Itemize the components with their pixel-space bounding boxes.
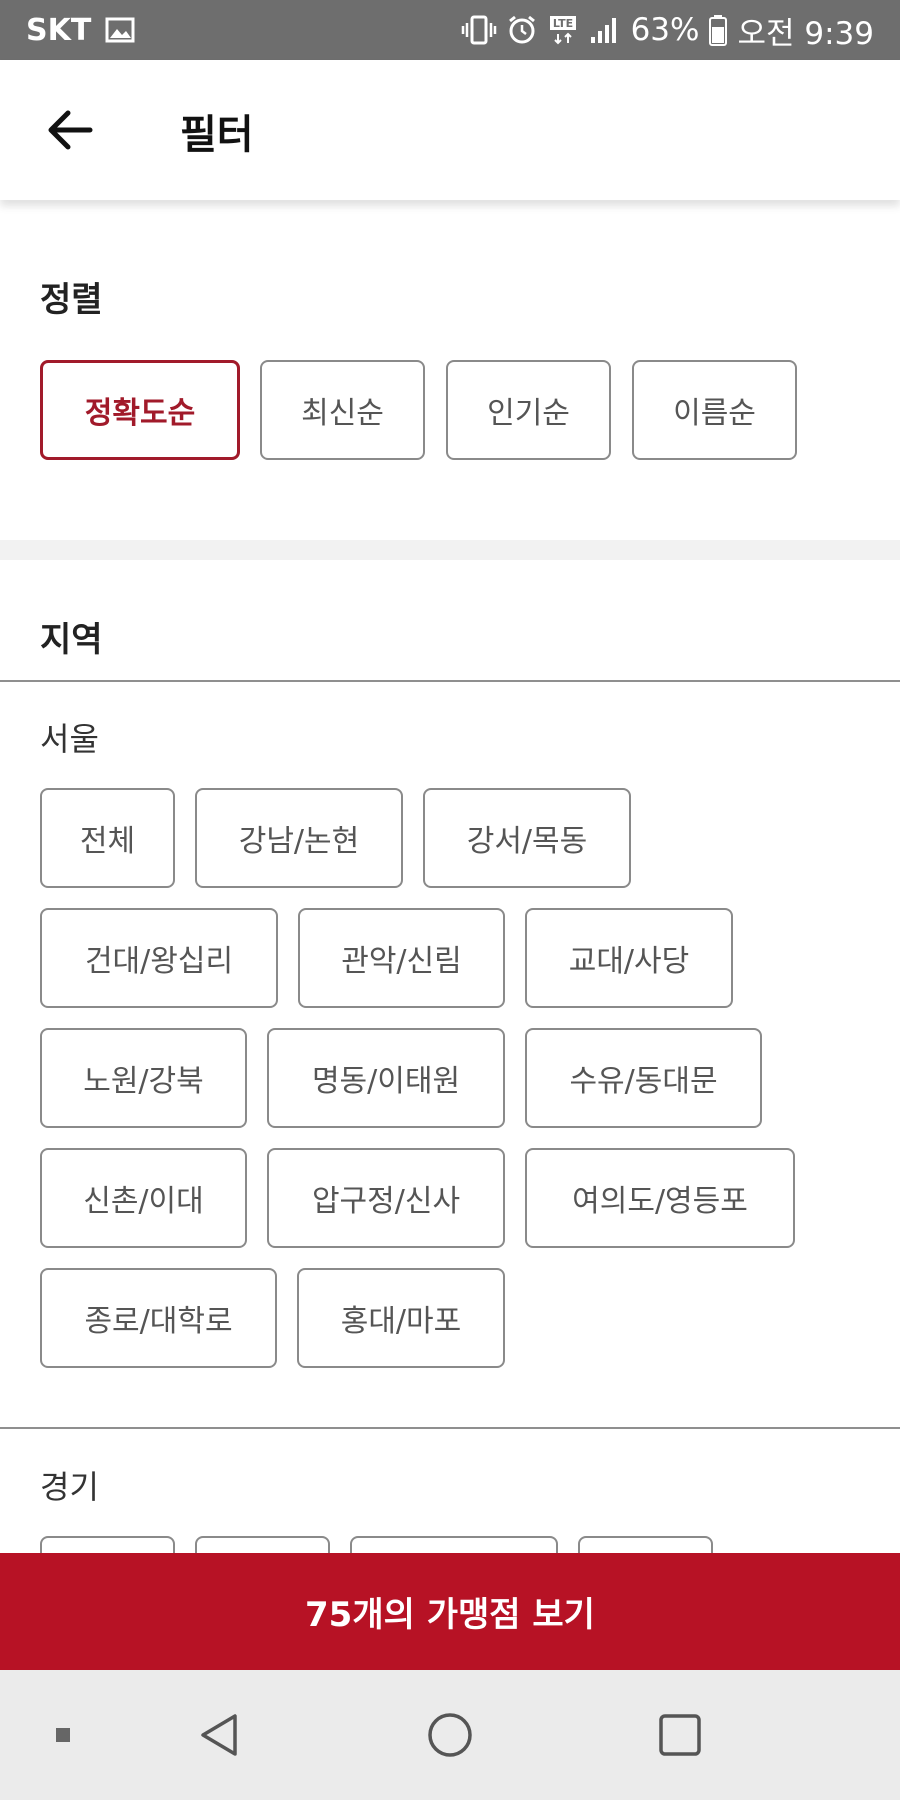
region-chip-partial[interactable] [578,1536,713,1553]
region-chip[interactable]: 압구정/신사 [267,1148,505,1248]
back-button[interactable] [40,100,100,160]
app-header: 필터 [0,60,900,200]
sort-title: 정렬 [40,280,103,320]
region-divider [0,680,900,682]
battery-percent: 63% [630,12,700,48]
square-recents-icon [659,1714,701,1756]
nav-back-button[interactable] [185,1700,255,1770]
nav-home-button[interactable] [415,1700,485,1770]
region-chip-partial[interactable] [40,1536,175,1553]
carrier-label: SKT [26,12,92,48]
menu-dot-button[interactable] [28,1700,98,1770]
triangle-back-icon [201,1714,237,1756]
region-chip[interactable]: 종로/대학로 [40,1268,277,1368]
region-chip[interactable]: 노원/강북 [40,1028,247,1128]
time-label: 오전 9:39 [737,15,874,52]
region-chip[interactable]: 교대/사당 [525,908,733,1008]
sort-option-name[interactable]: 이름순 [632,360,797,460]
lte-text: LTE [552,17,572,30]
region-chip-partial[interactable] [195,1536,330,1553]
region-chip-partial[interactable] [350,1536,558,1553]
region-chip[interactable]: 여의도/영등포 [525,1148,795,1248]
battery-icon [709,14,728,46]
region-chip[interactable]: 신촌/이대 [40,1148,247,1248]
view-stores-button[interactable]: 75개의 가맹점 보기 [0,1553,900,1670]
region-chip[interactable]: 홍대/마포 [297,1268,505,1368]
filter-content[interactable]: 정렬 정확도순 최신순 인기순 이름순 지역 서울 전체 강남/논현 강서/목동… [0,200,900,1553]
page-title: 필터 [180,112,254,158]
alarm-icon [507,15,537,45]
gyeonggi-divider [0,1427,900,1429]
section-separator [0,540,900,560]
seoul-label: 서울 [40,720,99,758]
sort-section: 정렬 정확도순 최신순 인기순 이름순 [0,220,900,540]
system-nav-bar [0,1670,900,1800]
lte-icon: LTE [547,14,579,46]
region-chip[interactable]: 강남/논현 [195,788,403,888]
sort-option-latest[interactable]: 최신순 [260,360,425,460]
sort-option-popular[interactable]: 인기순 [446,360,611,460]
square-dot-icon [56,1728,70,1742]
signal-icon [589,15,621,45]
circle-home-icon [428,1713,472,1757]
region-chip[interactable]: 강서/목동 [423,788,631,888]
back-arrow-icon [48,110,93,150]
region-chip[interactable]: 전체 [40,788,175,888]
vibrate-icon [461,15,497,45]
status-bar: SKT LTE 63% 오전 9:39 [0,0,900,60]
view-stores-label: 75개의 가맹점 보기 [305,1595,595,1635]
region-chip[interactable]: 관악/신림 [298,908,505,1008]
image-icon [105,17,135,43]
gyeonggi-label: 경기 [40,1468,99,1506]
nav-recents-button[interactable] [645,1700,715,1770]
region-chip[interactable]: 건대/왕십리 [40,908,278,1008]
region-title: 지역 [40,620,103,660]
sort-option-accuracy[interactable]: 정확도순 [40,360,240,460]
region-chip[interactable]: 수유/동대문 [525,1028,762,1128]
region-chip[interactable]: 명동/이태원 [267,1028,505,1128]
